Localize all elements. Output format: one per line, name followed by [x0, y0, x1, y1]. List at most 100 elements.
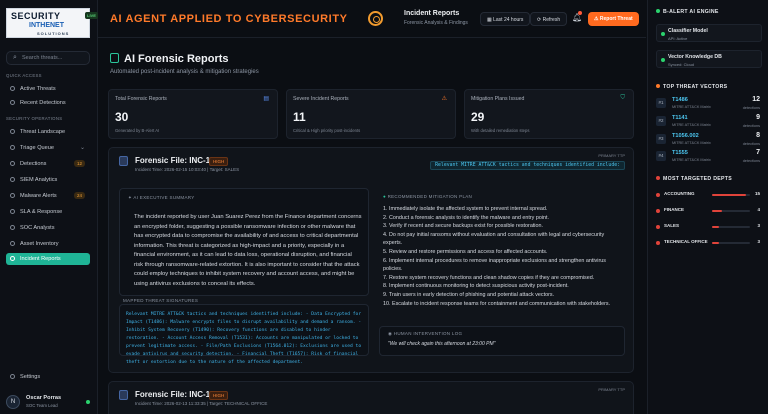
count-badge: 12: [73, 160, 85, 167]
sidebar-item-label: SIEM Analytics: [20, 177, 58, 183]
shield-icon: ⛉: [620, 95, 625, 101]
technique-meta: MITRE ATT&CK Matrix: [672, 105, 711, 109]
depts-title: MOST TARGETED DEPTS: [656, 176, 732, 182]
stat-value: 29: [471, 110, 485, 124]
stat-sub: Critical & High priority post-incidents: [293, 128, 361, 133]
queue-icon: [10, 145, 15, 150]
dept-count: 3: [757, 223, 760, 228]
rank-badge: #1: [656, 98, 666, 108]
mitigation-step: 9. Train users in early detection of phi…: [383, 291, 555, 298]
stat-title: Mitigation Plans Issued: [471, 96, 525, 102]
status-dot: [656, 176, 660, 180]
technique-id: T1555: [672, 150, 688, 156]
main-content: AI Forensic Reports Automated post-incid…: [98, 39, 646, 414]
detection-label: detections: [742, 106, 760, 110]
engine-name: Vector Knowledge DB: [668, 54, 722, 60]
rank-badge: #3: [656, 134, 666, 144]
notifications-button[interactable]: 🔔︎: [572, 11, 582, 22]
technique-id: T1141: [672, 115, 688, 121]
detection-count: 8: [756, 132, 760, 139]
dept-count: 15: [754, 191, 760, 196]
dept-bar: [712, 210, 750, 212]
sidebar-item-incident-reports[interactable]: Incident Reports: [6, 253, 90, 265]
mitigation-step: 7. Restore system recovery functions and…: [383, 274, 595, 281]
status-dot: [661, 58, 665, 62]
avatar: N: [6, 395, 20, 409]
hil-note: "We will check again this afternoon at 2…: [388, 341, 496, 347]
hil-label-text: HUMAN INTERVENTION LOG: [393, 331, 463, 336]
document-icon: [110, 53, 119, 63]
sidebar-item-label: Settings: [20, 374, 41, 380]
mitigation-step: 10. Escalate to incident response teams …: [383, 300, 611, 307]
dept-bar: [712, 226, 750, 228]
dept-item: SALES 3: [656, 221, 762, 235]
dept-name: SALES: [664, 223, 680, 228]
refresh-button[interactable]: ⟳ Refresh: [530, 12, 568, 26]
file-icon: [119, 156, 128, 166]
stat-card-total: Total Forensic Reports ▤ 30 Generated by…: [108, 89, 278, 139]
engine-item[interactable]: Vector Knowledge DB Synced: Cloud: [656, 50, 762, 68]
sidebar-item-settings[interactable]: Settings: [6, 371, 90, 383]
engine-item[interactable]: Classifier Model API: Active: [656, 24, 762, 42]
sidebar-item-label: SOC Analysts: [20, 225, 55, 231]
detection-count: 12: [752, 96, 760, 103]
sidebar-item-recent-detections[interactable]: Recent Detections: [6, 97, 90, 109]
dept-dot: [656, 241, 660, 245]
sidebar-item-threat-landscape[interactable]: Threat Landscape: [6, 126, 90, 138]
stat-sub: Generated by B-Alert AI: [115, 128, 160, 133]
mitigation-step: 3. Verify if recent and secure backups e…: [383, 223, 544, 230]
forensic-report-card[interactable]: Forensic File: INC-1041 HIGH Incident Ti…: [108, 147, 634, 373]
detection-label: detections: [742, 159, 760, 163]
sidebar-item-label: Detections: [20, 161, 47, 167]
stat-sub: With detailed remediation steps: [471, 128, 530, 133]
report-threat-button[interactable]: ⚠ Report Threat: [588, 12, 639, 26]
severity-badge: HIGH: [209, 157, 229, 166]
technique-meta: MITRE ATT&CK Matrix: [672, 141, 711, 145]
severity-badge: HIGH: [209, 391, 229, 400]
sidebar-item-active-threats[interactable]: Active Threats: [6, 83, 90, 95]
notification-dot: [578, 11, 582, 15]
stat-value: 11: [293, 110, 306, 124]
dept-bar-fill: [712, 242, 719, 244]
status-dot: [656, 84, 660, 88]
target-logo-icon: [368, 11, 383, 26]
dept-bar-fill: [712, 226, 719, 228]
threat-vector-item[interactable]: #4 T1555 MITRE ATT&CK Matrix 7 detections: [656, 149, 762, 171]
rank-badge: #4: [656, 151, 666, 161]
warning-icon: ⚠: [441, 96, 447, 102]
mitigation-step: 4. Do not pay initial ransoms without ev…: [383, 231, 605, 247]
dept-dot: [656, 225, 660, 229]
dept-dot: [656, 209, 660, 213]
sidebar-item-detections[interactable]: Detections 12: [6, 158, 90, 170]
time-range-button[interactable]: ▦ Last 24 hours: [480, 12, 531, 26]
stat-card-mitigation: Mitigation Plans Issued ⛉ 29 With detail…: [464, 89, 634, 139]
sidebar-item-sla-response[interactable]: SLA & Response: [6, 206, 90, 218]
exec-summary-label: ✦ AI EXECUTIVE SUMMARY: [128, 195, 195, 201]
section-security-ops: SECURITY OPERATIONS: [6, 116, 63, 121]
server-icon: [10, 241, 15, 246]
engine-title-text: B-ALERT AI ENGINE: [663, 9, 719, 15]
mitigation-step: 8. Implement continuous monitoring to de…: [383, 283, 569, 290]
detection-label: detections: [742, 124, 760, 128]
dept-item: FINANCE 4: [656, 205, 762, 219]
status-dot: [661, 32, 665, 36]
sidebar-item-triage-queue[interactable]: Triage Queue ⌄: [6, 142, 90, 154]
forensic-report-card[interactable]: Forensic File: INC-1040 HIGH Incident Ti…: [108, 381, 634, 414]
brand-logo[interactable]: SECURITY INTHENET SOLUTIONS LIVE: [6, 8, 98, 38]
mitigation-steps: 1. Immediately isolate the affected syst…: [383, 205, 623, 308]
mitigation-step: 1. Immediately isolate the affected syst…: [383, 206, 548, 212]
logo-line2: INTHENET: [29, 22, 64, 29]
section-quick-access: QUICK ACCESS: [6, 73, 42, 78]
sidebar-item-asset-inventory[interactable]: Asset Inventory: [6, 238, 90, 250]
online-status-dot: [86, 400, 90, 404]
mitigation-plan-panel: ● RECOMMENDED MITIGATION PLAN 1. Immedia…: [379, 188, 625, 318]
search-input[interactable]: ⌕ Search threats...: [6, 51, 90, 65]
mitigation-step: 6. Implement internal procedures to remo…: [383, 257, 606, 273]
user-profile[interactable]: N Oscar Porras SOC Team Lead: [6, 392, 90, 412]
count-badge: 24: [73, 192, 85, 199]
sidebar-item-malware-alerts[interactable]: Malware Alerts 24: [6, 190, 90, 202]
refresh-label: Refresh: [542, 17, 561, 23]
sidebar-item-soc-analysts[interactable]: SOC Analysts: [6, 222, 90, 234]
sidebar-item-siem-analytics[interactable]: SIEM Analytics: [6, 174, 90, 186]
alert-icon: [10, 86, 15, 91]
